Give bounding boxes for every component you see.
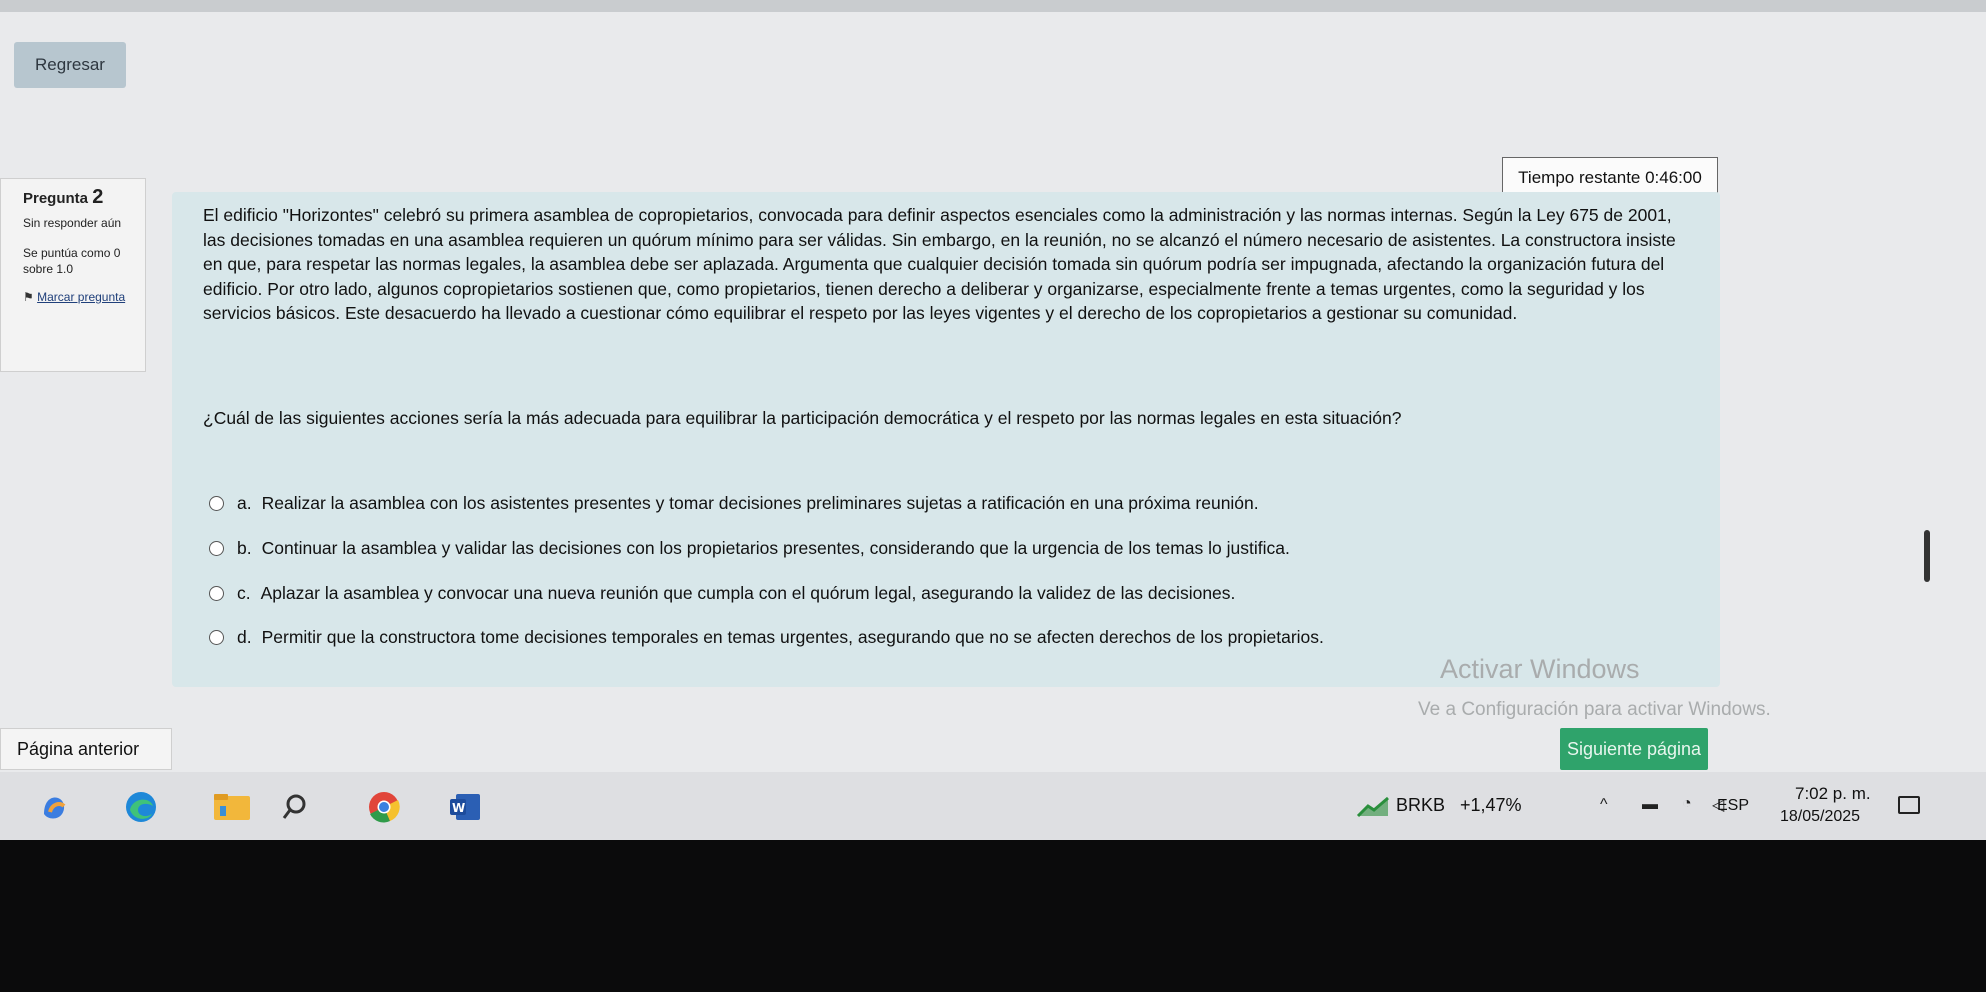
option-a[interactable]: a. Realizar la asamblea con los asistent… xyxy=(209,490,1659,516)
option-text: Aplazar la asamblea y convocar una nueva… xyxy=(260,582,1236,603)
browser-top-strip xyxy=(0,0,1986,12)
stock-ticker[interactable]: BRKB xyxy=(1396,795,1445,816)
question-status: Sin responder aún xyxy=(23,216,122,230)
stock-trend-icon xyxy=(1356,796,1390,823)
chevron-up-icon[interactable]: ^ xyxy=(1600,796,1608,814)
option-text: Permitir que la constructora tome decisi… xyxy=(261,626,1324,647)
svg-text:W: W xyxy=(452,801,465,815)
screen: Regresar Tiempo restante 0:46:00 Pregunt… xyxy=(0,0,1986,840)
activation-watermark-title: Activar Windows xyxy=(1440,654,1640,684)
option-letter: c. xyxy=(237,582,251,603)
search-icon[interactable] xyxy=(278,790,312,824)
option-text: Continuar la asamblea y validar las deci… xyxy=(261,537,1290,558)
language-indicator[interactable]: ESP xyxy=(1717,797,1749,815)
option-d[interactable]: d. Permitir que la constructora tome dec… xyxy=(209,624,1659,650)
flag-icon: ⚑ xyxy=(23,290,34,304)
chrome-icon[interactable] xyxy=(364,790,400,824)
clock-date[interactable]: 18/05/2025 xyxy=(1780,808,1860,826)
question-title: Pregunta xyxy=(23,190,89,207)
notifications-icon[interactable] xyxy=(1898,796,1920,814)
flag-question[interactable]: ⚑ Marcar pregunta xyxy=(23,289,137,305)
scrollbar-thumb[interactable] xyxy=(1924,530,1930,582)
option-a-radio[interactable] xyxy=(209,495,224,511)
option-text: Realizar la asamblea con los asistentes … xyxy=(261,492,1259,513)
file-explorer-icon[interactable] xyxy=(212,790,250,824)
question-info-panel: Pregunta 2 Sin responder aún Se puntúa c… xyxy=(0,178,146,372)
next-page-button[interactable]: Siguiente página xyxy=(1560,728,1708,770)
question-score: Se puntúa como 0 sobre 1.0 xyxy=(23,246,121,276)
activation-watermark-subtitle: Ve a Configuración para activar Windows. xyxy=(1418,699,1771,720)
option-d-radio[interactable] xyxy=(209,629,224,645)
flag-question-link[interactable]: Marcar pregunta xyxy=(37,290,125,304)
question-number: Pregunta 2 xyxy=(23,186,137,208)
option-letter: b. xyxy=(237,537,252,558)
back-button[interactable]: Regresar xyxy=(14,42,126,88)
option-letter: a. xyxy=(237,492,252,513)
copilot-icon[interactable] xyxy=(38,790,72,824)
question-text: El edificio "Horizontes" celebró su prim… xyxy=(203,205,1676,323)
clock-time[interactable]: 7:02 p. m. xyxy=(1795,784,1871,804)
word-icon[interactable]: W xyxy=(446,790,480,824)
option-letter: d. xyxy=(237,626,252,647)
edge-icon[interactable] xyxy=(124,790,158,824)
wifi-icon[interactable]: ◔ xyxy=(1682,795,1692,813)
option-c-radio[interactable] xyxy=(209,585,224,601)
option-c[interactable]: c. Aplazar la asamblea y convocar una nu… xyxy=(209,580,1659,606)
question-prompt: ¿Cuál de las siguientes acciones sería l… xyxy=(203,408,1402,428)
previous-page-button[interactable]: Página anterior xyxy=(0,728,172,770)
question-number-value: 2 xyxy=(92,186,104,208)
battery-icon[interactable]: ▬ xyxy=(1642,796,1658,814)
option-b[interactable]: b. Continuar la asamblea y validar las d… xyxy=(209,535,1659,561)
stock-change: +1,47% xyxy=(1460,795,1522,815)
option-b-radio[interactable] xyxy=(209,540,224,556)
